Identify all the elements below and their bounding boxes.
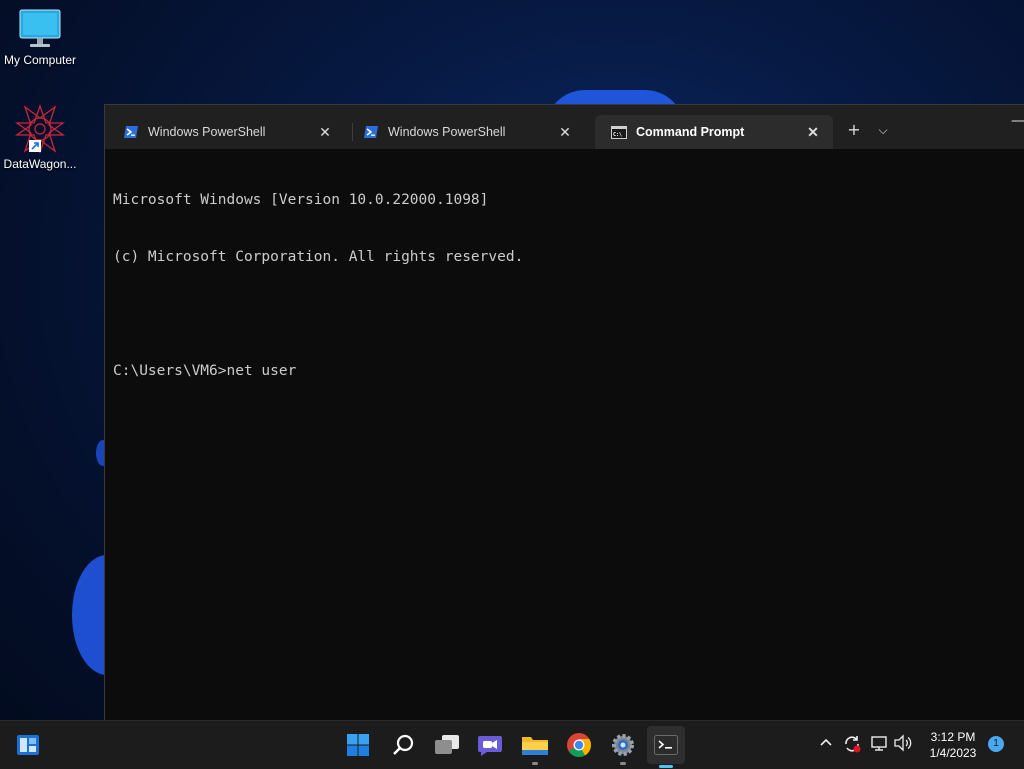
monitor-icon: [19, 9, 61, 47]
tab-powershell-1[interactable]: Windows PowerShell ✕: [107, 115, 345, 149]
powershell-icon: [364, 126, 378, 138]
tab-powershell-2[interactable]: Windows PowerShell ✕: [347, 115, 585, 149]
clock-date: 1/4/2023: [929, 746, 977, 760]
desktop-icon-datawagon[interactable]: DataWagon...: [0, 104, 80, 171]
desktop-icon-my-computer[interactable]: My Computer: [0, 8, 80, 67]
svg-text:C:\: C:\: [613, 132, 622, 138]
settings-button[interactable]: [607, 729, 639, 765]
running-indicator: [620, 762, 626, 765]
clock[interactable]: 3:12 PM 1/4/2023: [918, 729, 988, 761]
console-output[interactable]: Microsoft Windows [Version 10.0.22000.10…: [113, 153, 1015, 721]
chrome-button[interactable]: [563, 729, 595, 761]
tab-dropdown-button[interactable]: ⌵: [872, 119, 894, 141]
console-line: Microsoft Windows [Version 10.0.22000.10…: [113, 192, 489, 208]
tab-label: Windows PowerShell: [148, 125, 266, 139]
file-explorer-button[interactable]: [519, 729, 551, 765]
network-icon: [871, 736, 887, 751]
network-button[interactable]: [870, 734, 888, 756]
desktop-icon-label: DataWagon...: [3, 157, 77, 171]
datawagon-app-icon: [15, 104, 65, 154]
widgets-icon: [17, 735, 39, 755]
running-indicator: [532, 762, 538, 765]
volume-button[interactable]: [893, 734, 913, 756]
close-icon[interactable]: ✕: [555, 122, 575, 142]
teams-chat-button[interactable]: [474, 729, 506, 761]
minimize-button[interactable]: —: [1011, 113, 1024, 129]
close-icon[interactable]: ✕: [803, 122, 823, 142]
taskbar: 3:12 PM 1/4/2023: [0, 720, 1024, 769]
task-view-icon: [435, 735, 459, 754]
cmd-icon: C:\: [611, 125, 627, 139]
clock-time: 3:12 PM: [930, 730, 976, 744]
tab-label: Command Prompt: [636, 125, 745, 139]
sync-icon: [845, 736, 861, 753]
tab-bar: Windows PowerShell ✕ Windows PowerShell …: [105, 105, 1024, 149]
sync-status-button[interactable]: [842, 734, 862, 758]
show-hidden-icons-button[interactable]: [819, 735, 833, 751]
search-button[interactable]: [387, 729, 419, 761]
new-tab-button[interactable]: +: [843, 119, 865, 141]
powershell-icon: [124, 126, 138, 138]
task-view-button[interactable]: [431, 729, 463, 761]
tab-label: Windows PowerShell: [388, 125, 506, 139]
tab-command-prompt[interactable]: C:\ Command Prompt ✕: [595, 115, 833, 149]
teams-chat-icon: [478, 736, 502, 756]
search-icon: [393, 734, 414, 755]
start-button[interactable]: [342, 729, 374, 761]
console-line: (c) Microsoft Corporation. All rights re…: [113, 249, 524, 265]
terminal-taskbar-button[interactable]: [647, 726, 685, 768]
start-icon: [347, 734, 369, 756]
chevron-up-icon: [820, 738, 832, 746]
terminal-icon: [654, 735, 678, 755]
notification-badge[interactable]: 1: [988, 736, 1004, 752]
speaker-icon: [894, 734, 912, 752]
close-icon[interactable]: ✕: [315, 122, 335, 142]
file-explorer-icon: [522, 737, 548, 755]
widgets-button[interactable]: [12, 729, 44, 761]
desktop-icon-label: My Computer: [3, 53, 77, 67]
terminal-window: Windows PowerShell ✕ Windows PowerShell …: [104, 104, 1024, 721]
console-prompt-line: C:\Users\VM6>net user: [113, 363, 297, 379]
settings-icon: [612, 734, 634, 756]
chrome-icon: [567, 733, 591, 758]
